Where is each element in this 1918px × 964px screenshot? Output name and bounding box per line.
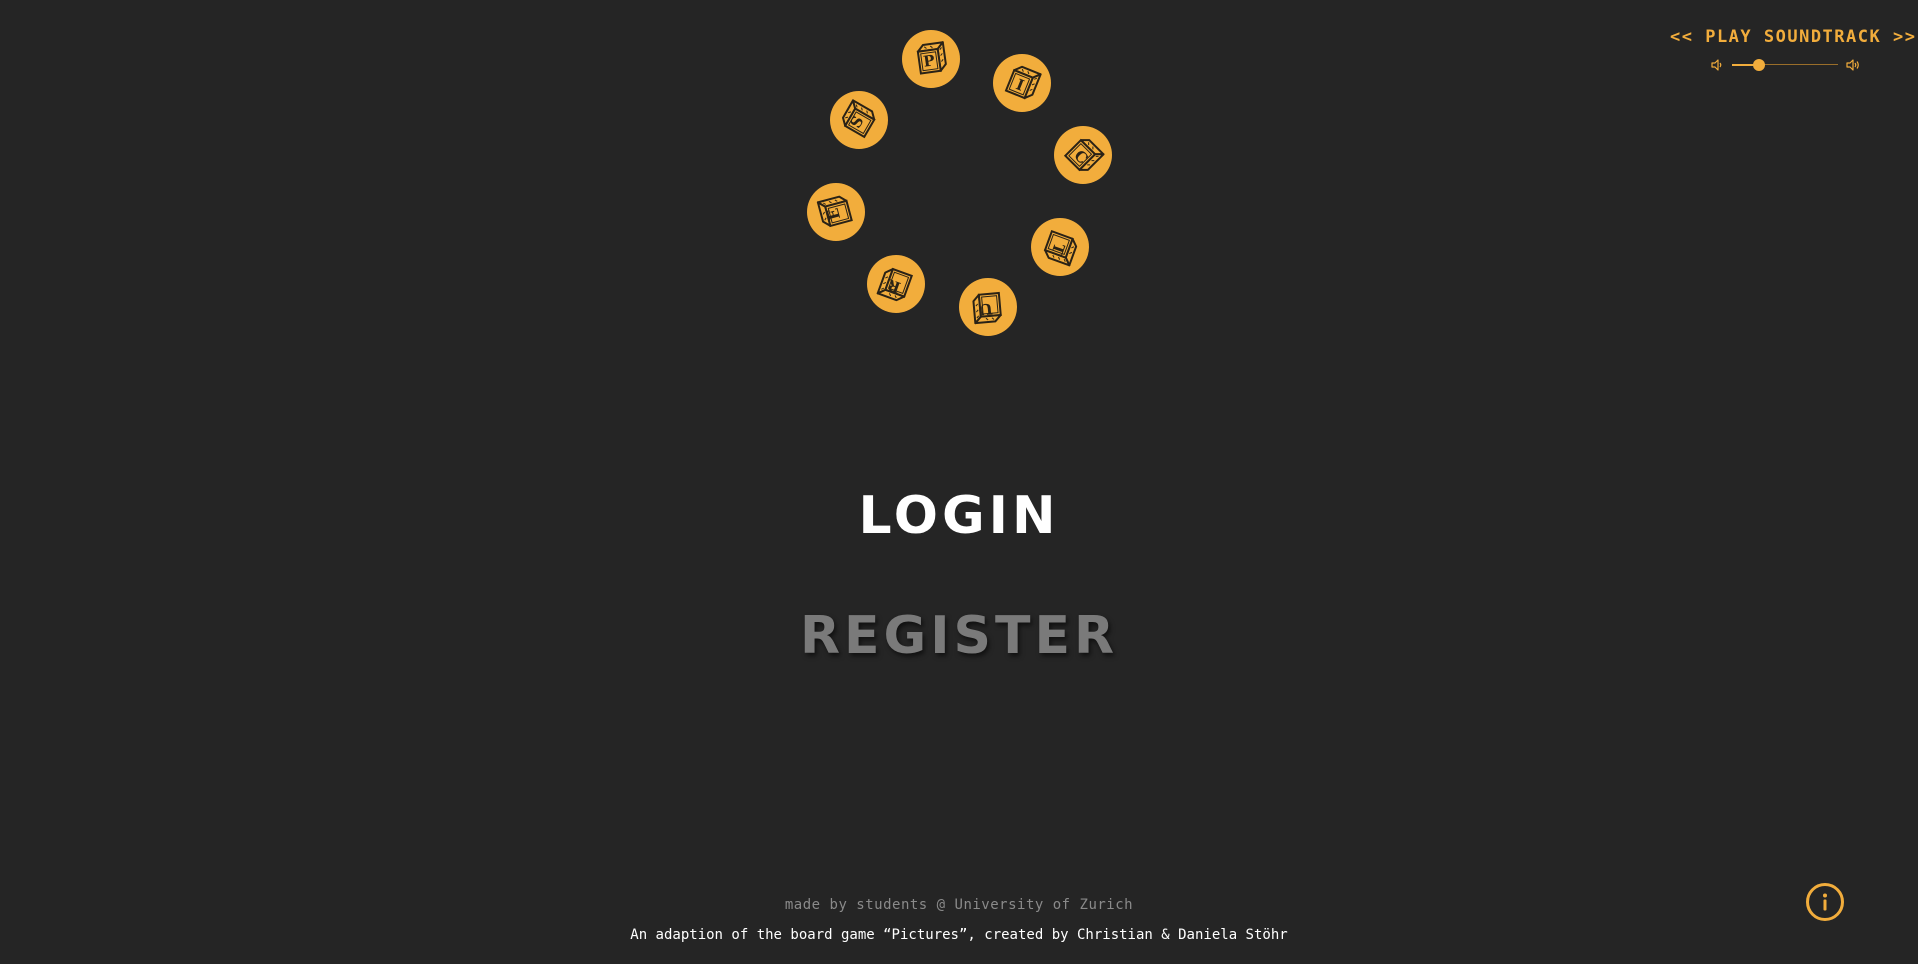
soundtrack-panel: << PLAY SOUNDTRACK >>: [1670, 27, 1915, 72]
volume-control: [1670, 58, 1900, 72]
login-button[interactable]: LOGIN: [858, 490, 1059, 542]
volume-high-icon[interactable]: [1846, 58, 1860, 72]
logo-die-t: T: [1031, 218, 1089, 276]
footer-adaption-note: An adaption of the board game “Pictures”…: [630, 927, 1288, 943]
logo-die-r: R: [867, 255, 925, 313]
letter-block-icon: E: [807, 183, 865, 241]
logo-letter: U: [979, 299, 994, 318]
volume-slider-thumb[interactable]: [1752, 59, 1765, 71]
volume-slider[interactable]: [1732, 58, 1838, 72]
letter-block-icon: U: [959, 278, 1017, 336]
letter-block-icon: P: [902, 30, 960, 88]
letter-block-icon: S: [830, 91, 888, 149]
letter-block-icon: R: [867, 255, 925, 313]
logo-die-i: I: [993, 54, 1051, 112]
logo-die-s: S: [830, 91, 888, 149]
pictures-logo: P I C T U R E S: [0, 0, 1918, 360]
info-icon: [1823, 893, 1827, 911]
login-row: LOGIN: [0, 490, 1918, 542]
logo-die-p: P: [902, 30, 960, 88]
letter-block-icon: I: [993, 54, 1051, 112]
play-soundtrack-button[interactable]: << PLAY SOUNDTRACK >>: [1670, 27, 1916, 47]
register-row: REGISTER: [0, 610, 1918, 662]
info-button[interactable]: [1806, 883, 1844, 921]
register-button[interactable]: REGISTER: [800, 610, 1118, 662]
logo-die-c: C: [1054, 126, 1112, 184]
logo-die-u: U: [959, 278, 1017, 336]
volume-low-icon[interactable]: [1710, 58, 1724, 72]
footer-credit: made by students @ University of Zurich: [784, 897, 1134, 913]
logo-die-e: E: [807, 183, 865, 241]
letter-block-icon: C: [1054, 126, 1112, 184]
letter-block-icon: T: [1031, 218, 1089, 276]
